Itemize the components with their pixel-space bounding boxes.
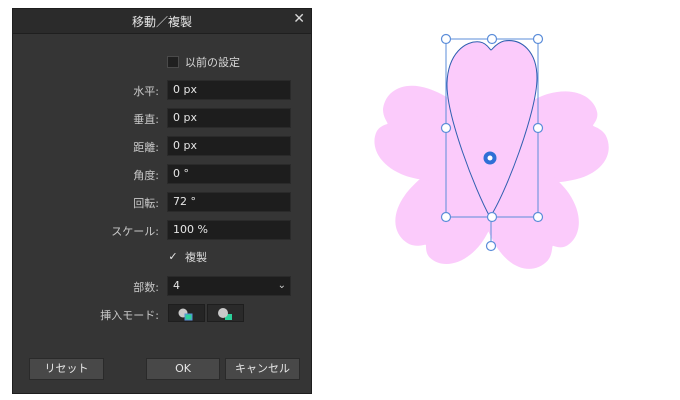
insert-front-icon [218, 308, 232, 320]
vertical-row: 垂直: 0 px [13, 108, 311, 128]
design-canvas[interactable] [330, 20, 630, 280]
copies-value: 4 [173, 279, 180, 292]
horizontal-row: 水平: 0 px [13, 80, 311, 100]
distance-row: 距離: 0 px [13, 136, 311, 156]
pivot-point-icon[interactable] [483, 151, 497, 165]
copies-label: 部数: [133, 281, 159, 294]
insert-behind-icon [178, 308, 193, 321]
resize-handle [440, 122, 452, 134]
reset-button[interactable]: リセット [29, 358, 104, 380]
horizontal-label: 水平: [133, 85, 159, 98]
distance-label: 距離: [133, 141, 159, 154]
scale-input[interactable]: 100 % [167, 220, 291, 240]
resize-handle [440, 33, 452, 45]
scale-row: スケール: 100 % [13, 220, 311, 240]
use-previous-label: 以前の設定 [185, 56, 240, 69]
move-duplicate-dialog: 移動／複製 ✕ 以前の設定 水平: 0 px 垂直: 0 px 距離: 0 px… [12, 8, 312, 394]
rotation-handle [485, 240, 497, 252]
resize-handle [532, 211, 544, 223]
rotation-input[interactable]: 72 ° [167, 192, 291, 212]
insert-behind-button[interactable] [168, 304, 205, 322]
copies-select[interactable]: 4 ⌄ [167, 276, 291, 296]
vertical-label: 垂直: [133, 113, 159, 126]
duplicate-label: 複製 [185, 251, 207, 264]
distance-input[interactable]: 0 px [167, 136, 291, 156]
angle-input[interactable]: 0 ° [167, 164, 291, 184]
angle-row: 角度: 0 ° [13, 164, 311, 184]
resize-handle [440, 211, 452, 223]
use-previous-checkbox[interactable] [167, 56, 179, 68]
cancel-button[interactable]: キャンセル [225, 358, 300, 380]
resize-handle [486, 33, 498, 45]
use-previous-checkbox-row[interactable]: 以前の設定 [167, 54, 240, 70]
copies-row: 部数: 4 ⌄ [13, 276, 311, 296]
rotation-row: 回転: 72 ° [13, 192, 311, 212]
rotation-label: 回転: [133, 197, 159, 210]
angle-label: 角度: [133, 169, 159, 182]
resize-handle [486, 211, 498, 223]
ok-button[interactable]: OK [146, 358, 220, 380]
resize-handle [532, 33, 544, 45]
horizontal-input[interactable]: 0 px [167, 80, 291, 100]
insert-mode-row: 挿入モード: [13, 304, 311, 324]
dialog-titlebar: 移動／複製 ✕ [13, 9, 311, 34]
dialog-title: 移動／複製 [131, 15, 192, 29]
chevron-down-icon: ⌄ [277, 280, 286, 291]
close-icon[interactable]: ✕ [293, 11, 305, 27]
scale-label: スケール: [111, 225, 159, 238]
resize-handle [532, 122, 544, 134]
insert-mode-label: 挿入モード: [100, 309, 159, 322]
duplicate-checkbox[interactable]: ✓ [167, 251, 179, 263]
vertical-input[interactable]: 0 px [167, 108, 291, 128]
insert-front-button[interactable] [207, 304, 244, 322]
duplicate-checkbox-row[interactable]: ✓ 複製 [167, 249, 207, 265]
